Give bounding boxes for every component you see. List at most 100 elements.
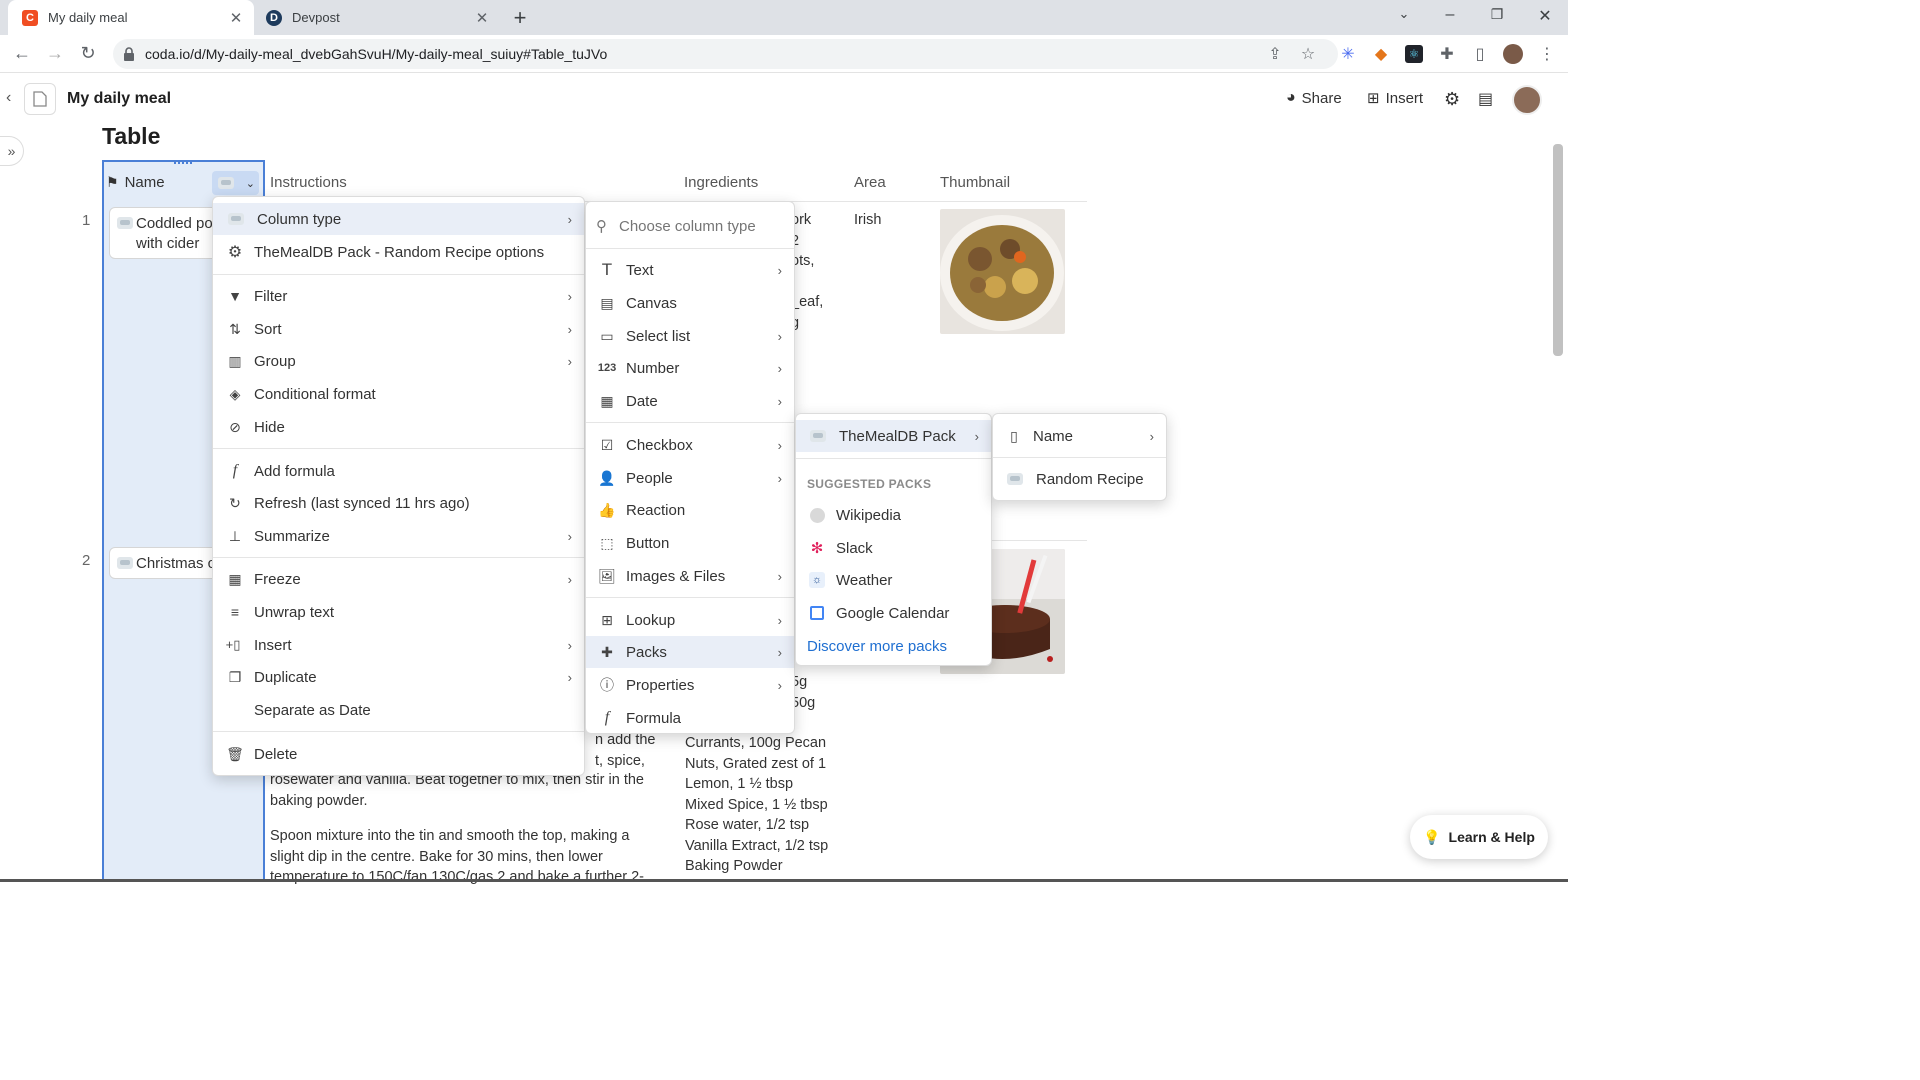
menu-item-unwrap-text[interactable]: ≡ Unwrap text [213,596,584,628]
pack-item-weather[interactable]: ☼ Weather [796,564,991,596]
type-item-packs[interactable]: ✚ Packs › [586,636,794,668]
reload-icon[interactable]: ↻ [77,43,99,64]
tab-search-icon[interactable]: ⌄ [1394,6,1414,22]
insert-column-icon: +▯ [225,637,241,652]
browser-tab-devpost[interactable]: D Devpost ✕ [254,0,500,35]
column-drag-handle-icon[interactable] [174,162,192,164]
pack-type-name[interactable]: ▯ Name › [993,420,1166,452]
extensions-puzzle-icon[interactable]: ✚ [1437,44,1457,64]
area-cell[interactable]: Irish [854,210,881,231]
extension-react-icon[interactable]: ⚛ [1404,44,1424,64]
new-tab-icon[interactable]: + [508,5,532,31]
menu-item-insert[interactable]: +▯ Insert › [213,629,584,661]
menu-item-hide[interactable]: ⊘ Hide [213,411,584,443]
type-item-images-files[interactable]: 🖼 Images & Files › [586,560,794,592]
forward-icon[interactable]: → [44,43,66,64]
name-chip[interactable]: Coddled po with cider [109,207,229,259]
learn-help-button[interactable]: 💡 Learn & Help [1410,815,1548,859]
close-tab-icon[interactable]: ✕ [474,9,490,27]
menu-item-label: Sort [254,320,282,338]
column-header-name[interactable]: ⚑ Name [106,174,165,191]
menu-item-separate-as-date[interactable]: Separate as Date [213,694,584,726]
column-type-search-input[interactable] [619,217,779,235]
comments-icon[interactable]: ▤ [1478,89,1493,109]
type-item-reaction[interactable]: 👍 Reaction [586,494,794,526]
menu-item-delete[interactable]: 🗑 Delete [213,738,584,770]
column-header-ingredients[interactable]: Ingredients [684,174,758,191]
menu-item-column-type[interactable]: Column type › [213,203,584,235]
settings-gear-icon[interactable]: ⚙ [1444,89,1460,110]
sidepanel-icon[interactable]: ▯ [1470,44,1490,64]
menu-item-conditional-format[interactable]: ◈ Conditional format [213,378,584,410]
extension-snowflake-icon[interactable]: ✳ [1338,44,1358,64]
thumbnail-image-stew[interactable] [940,209,1065,334]
menu-item-pack-options[interactable]: ⚙ TheMealDB Pack - Random Recipe options [213,236,584,268]
type-item-button[interactable]: ⬚ Button [586,527,794,559]
type-item-date[interactable]: ▦ Date › [586,385,794,417]
ingredients-cell[interactable]: Currants, 100g Pecan Nuts, Grated zest o… [685,733,828,877]
browser-tab-active[interactable]: C My daily meal ✕ [8,0,254,35]
doc-title[interactable]: My daily meal [67,90,171,108]
menu-item-filter[interactable]: ▼ Filter › [213,280,584,312]
column-header-instructions[interactable]: Instructions [270,174,347,191]
menu-item-summarize[interactable]: ⊥ Summarize › [213,520,584,552]
pack-item-google-calendar[interactable]: Google Calendar [796,597,991,629]
minimize-icon[interactable]: – [1440,6,1460,24]
insert-grid-icon: ⊞ [1367,90,1380,107]
formula-icon: f [232,462,238,479]
instructions-cell[interactable]: rosewater and vanilla. Beat together to … [270,770,670,888]
name-chip[interactable]: Christmas c [109,547,229,579]
type-item-canvas[interactable]: ▤ Canvas [586,287,794,319]
menu-item-sort[interactable]: ⇅ Sort › [213,313,584,345]
address-bar[interactable]: coda.io/d/My-daily-meal_dvebGahSvuH/My-d… [113,39,1338,69]
menu-item-refresh[interactable]: ↻ Refresh (last synced 11 hrs ago) [213,487,584,519]
browser-menu-icon[interactable]: ⋮ [1537,44,1557,64]
column-options-button[interactable]: ⌄ [212,171,259,195]
ingredients-cell[interactable]: ork 2 ots, _eaf, g [791,210,823,333]
column-header-thumbnail[interactable]: Thumbnail [940,174,1010,191]
doc-page-icon[interactable] [24,83,56,115]
type-item-formula[interactable]: f Formula [586,702,794,734]
checkbox-icon: ☑ [600,436,614,453]
menu-item-duplicate[interactable]: ❐ Duplicate › [213,661,584,693]
type-item-text[interactable]: T Text › [586,254,794,286]
discover-more-packs-link[interactable]: Discover more packs [796,630,991,662]
menu-item-add-formula[interactable]: f Add formula [213,455,584,487]
type-item-select-list[interactable]: ▭ Select list › [586,320,794,352]
back-icon[interactable]: ← [11,43,33,64]
extension-metamask-icon[interactable]: ◆ [1371,44,1391,64]
share-button[interactable]: ◕ Share [1286,89,1342,107]
column-header-area[interactable]: Area [854,174,886,191]
expand-sidebar-icon[interactable]: » [0,136,24,166]
close-tab-icon[interactable]: ✕ [228,9,244,27]
window-close-icon[interactable]: ✕ [1535,6,1555,26]
eye-off-icon: ⊘ [229,418,241,435]
instructions-line: t, spice, [595,752,645,769]
insert-button[interactable]: ⊞ Insert [1367,89,1423,108]
menu-item-group[interactable]: ▥ Group › [213,345,584,377]
restore-icon[interactable]: ❐ [1487,6,1507,23]
type-item-properties[interactable]: ⓘ Properties › [586,669,794,701]
column-type-search[interactable]: ⚲ [596,210,784,242]
type-item-people[interactable]: 👤 People › [586,462,794,494]
share-page-icon[interactable]: ⇪ [1265,44,1285,64]
pack-type-random-recipe[interactable]: Random Recipe [993,463,1166,495]
type-item-number[interactable]: 123 Number › [586,352,794,384]
type-item-lookup[interactable]: ⊞ Lookup › [586,604,794,636]
ingredients-line: Currants, 100g Pecan [685,735,827,751]
pack-item-wikipedia[interactable]: Wikipedia [796,499,991,531]
pack-item-themealdb[interactable]: TheMealDB Pack › [796,420,991,452]
menu-divider [586,248,794,249]
page-scrollbar[interactable] [1553,144,1563,356]
bottom-edge [0,879,1568,882]
menu-item-freeze[interactable]: ▦ Freeze › [213,563,584,595]
pack-item-slack[interactable]: ✻ Slack [796,532,991,564]
bookmark-star-icon[interactable]: ☆ [1298,44,1318,64]
user-avatar[interactable] [1512,85,1542,115]
type-item-checkbox[interactable]: ☑ Checkbox › [586,429,794,461]
collapse-back-icon[interactable]: ‹ [6,89,11,107]
profile-avatar-icon[interactable] [1503,44,1523,64]
sort-icon: ⇅ [229,320,241,337]
chevron-right-icon: › [974,428,979,444]
